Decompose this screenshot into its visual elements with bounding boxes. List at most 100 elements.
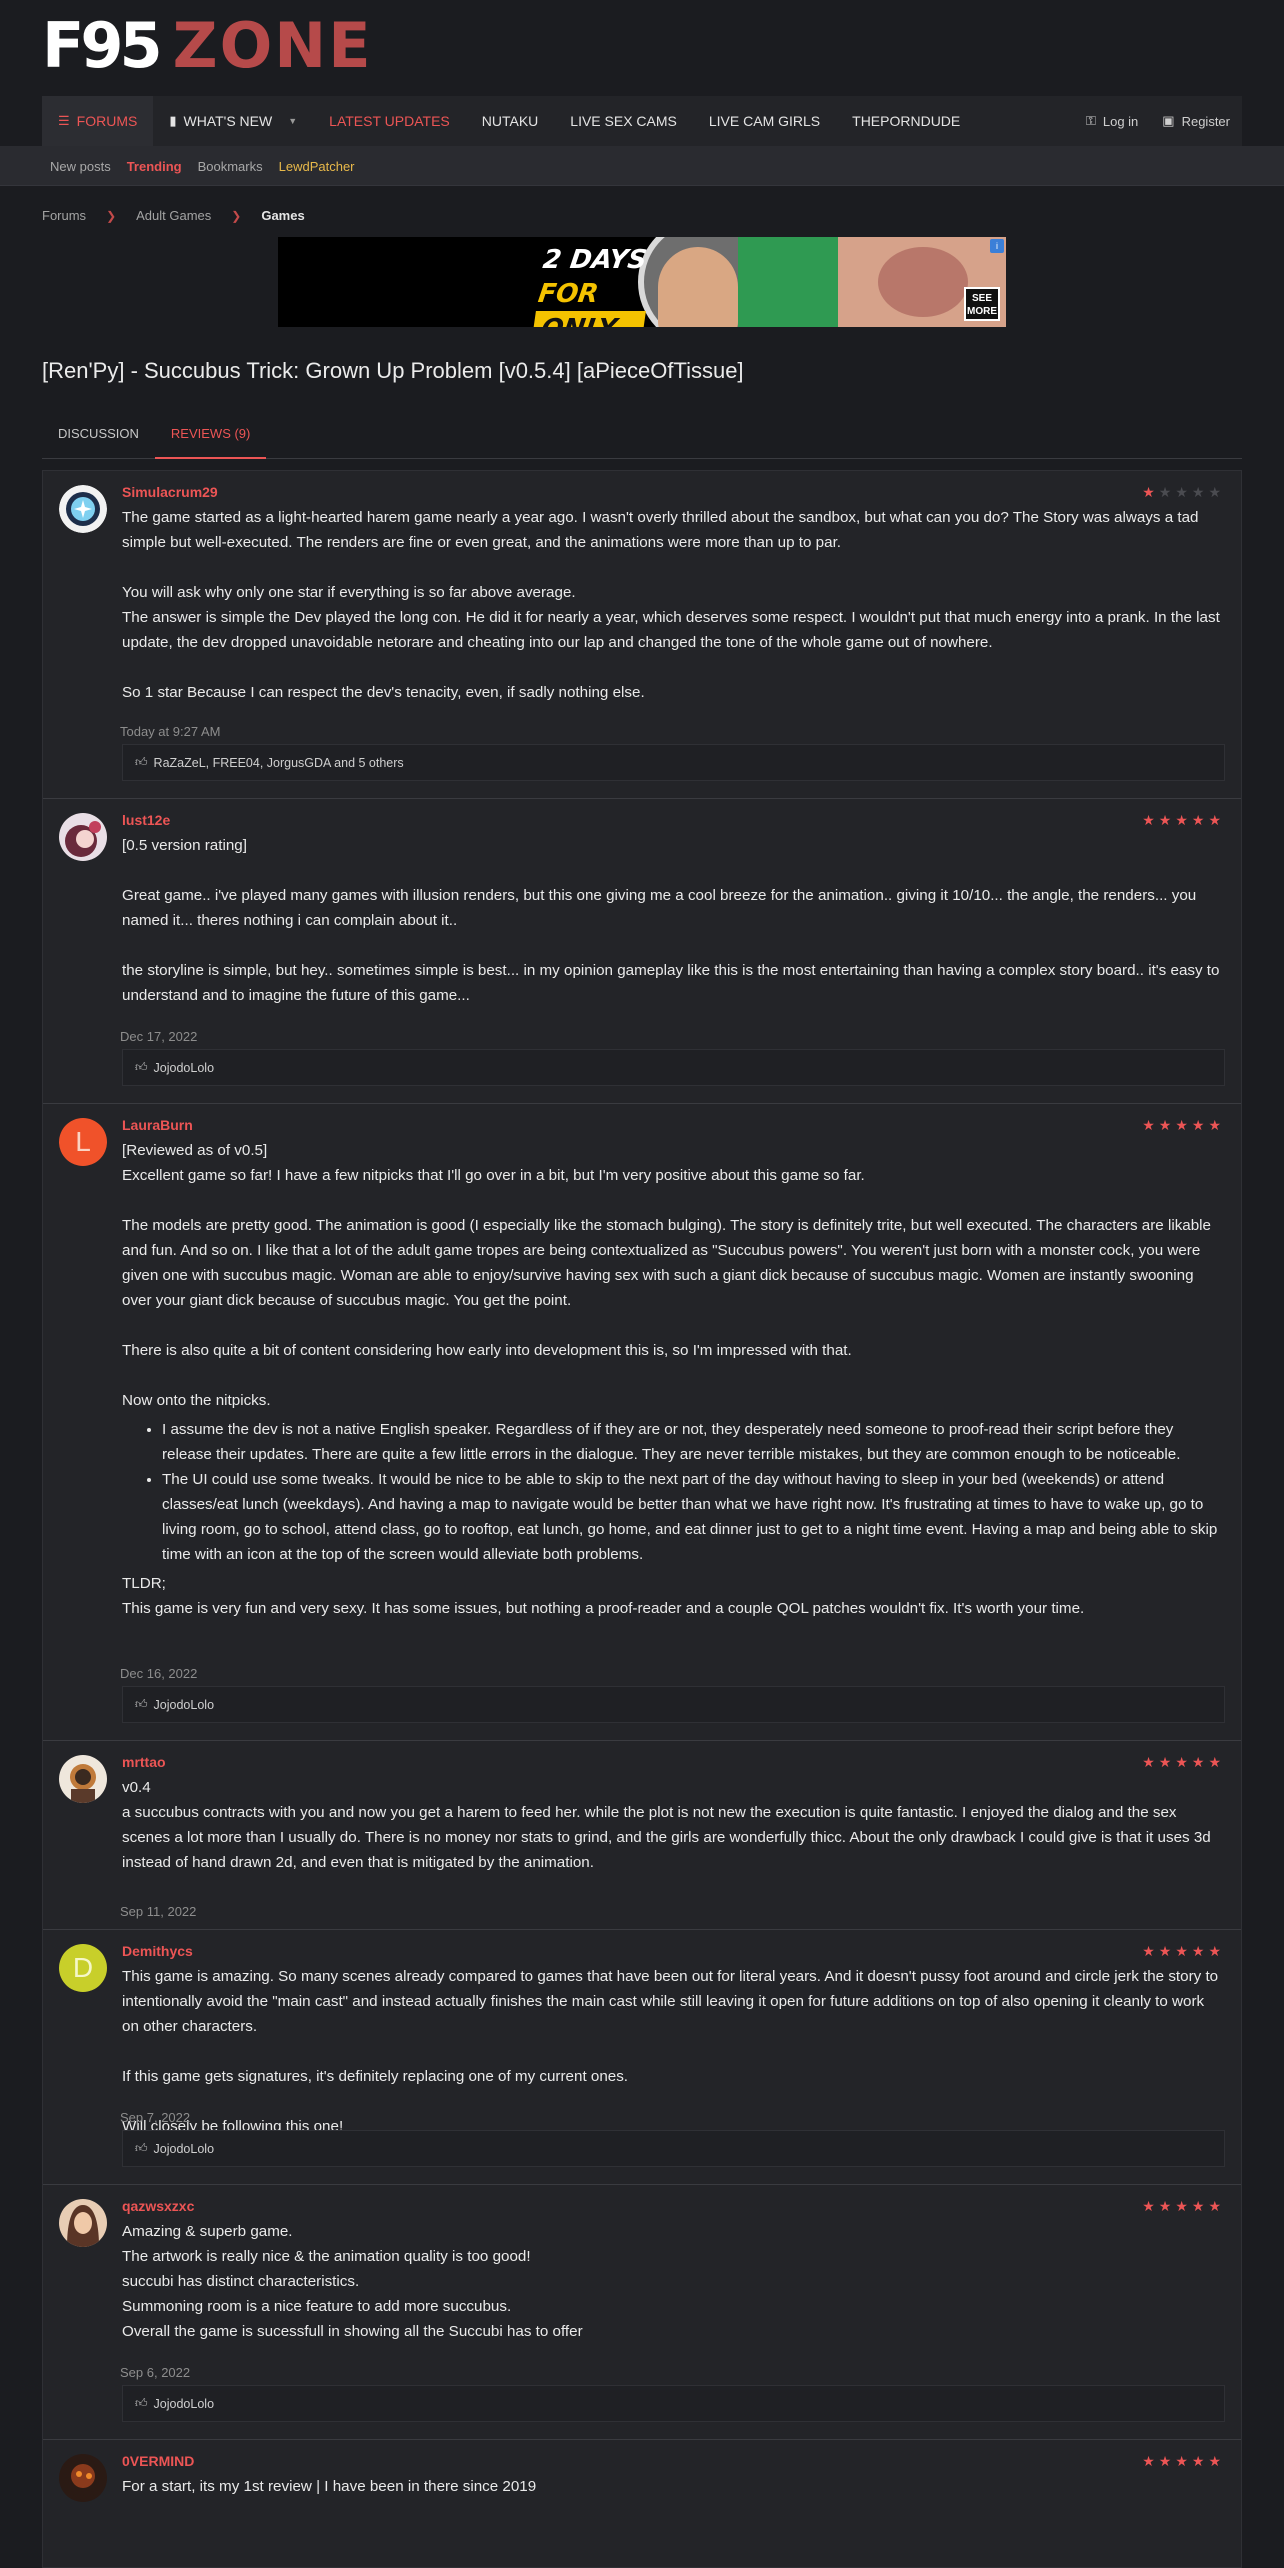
nav-theporndude[interactable]: THEPORNDUDE <box>836 96 976 146</box>
star-icon: ★ <box>1158 2198 1176 2214</box>
reactions-list: JojodoLolo <box>153 2141 215 2156</box>
reactions-bar[interactable]: 👍︎ RaZaZeL, FREE04, JorgusGDA and 5 othe… <box>122 744 1225 781</box>
register-label: Register <box>1181 113 1230 129</box>
subnav-trending[interactable]: Trending <box>127 159 182 174</box>
review-date[interactable]: Sep 7, 2022 <box>120 2110 190 2125</box>
star-icon: ★ <box>1142 812 1159 828</box>
review-body: v0.4 a succubus contracts with you and n… <box>122 1775 1222 1875</box>
rating-stars: ★★★★★ <box>1142 2453 1225 2470</box>
thumbs-up-icon: 👍︎ <box>135 1697 148 1711</box>
review-paragraph: Now onto the nitpicks. <box>122 1392 271 1409</box>
tab-discussion[interactable]: DISCUSSION <box>42 416 155 459</box>
star-icon: ★ <box>1191 1117 1209 1133</box>
star-icon: ★ <box>1175 1943 1192 1959</box>
breadcrumb: Forums ❯ Adult Games ❯ Games <box>42 208 305 223</box>
nav-forums[interactable]: ☰ FORUMS <box>42 96 154 146</box>
avatar[interactable] <box>59 813 107 861</box>
review-author[interactable]: qazwsxzxc <box>122 2198 194 2214</box>
subnav-lewdpatcher[interactable]: LewdPatcher <box>279 159 355 174</box>
rating-stars: ★★★★★ <box>1142 812 1225 829</box>
star-icon: ★ <box>1158 1117 1176 1133</box>
list-item: I assume the dev is not a native English… <box>162 1417 1222 1467</box>
star-icon: ★ <box>1191 1943 1209 1959</box>
review-author[interactable]: mrttao <box>122 1754 166 1770</box>
review-paragraph: There is also quite a bit of content con… <box>122 1342 852 1359</box>
star-icon: ★ <box>1175 812 1192 828</box>
subnav-new-posts[interactable]: New posts <box>50 159 111 174</box>
reactions-bar[interactable]: 👍︎ JojodoLolo <box>122 1049 1225 1086</box>
ad-see-more-button[interactable]: SEE MORE <box>964 287 1000 321</box>
ad-banner[interactable]: 2 DAYS FOR ONLY $1 SEE MORE i <box>278 237 1006 327</box>
star-icon: ★ <box>1175 2198 1192 2214</box>
review-date[interactable]: Today at 9:27 AM <box>120 724 220 739</box>
star-icon: ★ <box>1208 1943 1225 1959</box>
star-icon: ★ <box>1158 1943 1176 1959</box>
star-icon: ★ <box>1142 1117 1159 1133</box>
avatar[interactable] <box>59 2199 107 2247</box>
thumbs-up-icon: 👍︎ <box>135 2141 148 2155</box>
ad-image-body-shade <box>878 247 968 317</box>
star-icon: ★ <box>1191 484 1209 500</box>
breadcrumb-forums[interactable]: Forums <box>42 208 86 223</box>
site-logo[interactable]: F95 ZONE <box>42 12 373 80</box>
review-spacer <box>122 933 1222 958</box>
star-icon: ★ <box>1208 484 1225 500</box>
review-author[interactable]: LauraBurn <box>122 1117 193 1133</box>
tab-reviews[interactable]: REVIEWS (9) <box>154 416 267 459</box>
review-paragraph: a succubus contracts with you and now yo… <box>122 1804 1211 1871</box>
avatar[interactable] <box>59 2454 107 2502</box>
review-body: The game started as a light-hearted hare… <box>122 505 1222 705</box>
login-link[interactable]: ⚿ Log in <box>1074 96 1150 146</box>
breadcrumb-games[interactable]: Games <box>261 208 304 223</box>
sub-nav: New posts Trending Bookmarks LewdPatcher <box>0 146 1284 186</box>
rating-stars: ★★★★★ <box>1142 1943 1225 1960</box>
avatar[interactable]: L <box>59 1118 107 1166</box>
avatar[interactable] <box>59 485 107 533</box>
star-icon: ★ <box>1191 2198 1209 2214</box>
avatar[interactable]: D <box>59 1944 107 1992</box>
review-paragraph: succubi has distinct characteristics. <box>122 2273 360 2290</box>
chevron-down-icon[interactable]: ▼ <box>288 116 297 126</box>
review-author[interactable]: 0VERMIND <box>122 2453 194 2469</box>
rating-stars: ★★★★★ <box>1142 484 1225 501</box>
star-icon: ★ <box>1158 2453 1176 2469</box>
nav-live-cam-girls[interactable]: LIVE CAM GIRLS <box>693 96 836 146</box>
subnav-bookmarks[interactable]: Bookmarks <box>198 159 263 174</box>
review-date[interactable]: Dec 17, 2022 <box>120 1029 197 1044</box>
reactions-bar[interactable]: 👍︎ JojodoLolo <box>122 1686 1225 1723</box>
review-paragraph: This game is very fun and very sexy. It … <box>122 1600 1085 1617</box>
review-paragraph: If this game gets signatures, it's defin… <box>122 2068 629 2085</box>
review-body: [0.5 version rating] Great game.. i've p… <box>122 833 1222 1008</box>
review-author[interactable]: Simulacrum29 <box>122 484 218 500</box>
review-item: mrttao ★★★★★ v0.4 a succubus contracts w… <box>43 1741 1241 1930</box>
avatar[interactable] <box>59 1755 107 1803</box>
review-paragraph: The artwork is really nice & the animati… <box>122 2248 531 2265</box>
list-item: The UI could use some tweaks. It would b… <box>162 1467 1222 1567</box>
ad-line1a: 2 DAYS <box>540 245 649 275</box>
review-spacer <box>122 2039 1222 2064</box>
star-icon: ★ <box>1191 2453 1209 2469</box>
review-paragraph: Overall the game is sucessfull in showin… <box>122 2323 583 2340</box>
review-author[interactable]: lust12e <box>122 812 170 828</box>
ad-headline: 2 DAYS FOR ONLY $1 <box>525 243 656 327</box>
reactions-bar[interactable]: 👍︎ JojodoLolo <box>122 2130 1225 2167</box>
register-link[interactable]: ▣ Register <box>1150 96 1242 146</box>
star-icon: ★ <box>1175 1117 1192 1133</box>
review-date[interactable]: Sep 6, 2022 <box>120 2365 190 2380</box>
review-date[interactable]: Sep 11, 2022 <box>120 1904 196 1919</box>
nav-whats-new[interactable]: ▮ WHAT'S NEW ▼ <box>153 96 313 146</box>
reactions-bar[interactable]: 👍︎ JojodoLolo <box>122 2385 1225 2422</box>
review-item: qazwsxzxc ★★★★★ Amazing & superb game. T… <box>43 2185 1241 2440</box>
review-date[interactable]: Dec 16, 2022 <box>120 1666 197 1681</box>
nav-nutaku[interactable]: NUTAKU <box>466 96 555 146</box>
breadcrumb-adult-games[interactable]: Adult Games <box>136 208 211 223</box>
reactions-list: RaZaZeL, FREE04, JorgusGDA and 5 others <box>153 755 404 770</box>
review-author[interactable]: Demithycs <box>122 1943 193 1959</box>
nav-live-sex-cams[interactable]: LIVE SEX CAMS <box>554 96 693 146</box>
star-icon: ★ <box>1142 484 1159 500</box>
ad-info-icon[interactable]: i <box>990 239 1004 253</box>
review-paragraph: The answer is simple the Dev played the … <box>122 609 1220 651</box>
star-icon: ★ <box>1208 2198 1225 2214</box>
key-icon: ⚿ <box>1085 113 1096 128</box>
nav-latest-updates[interactable]: LATEST UPDATES <box>313 96 466 146</box>
